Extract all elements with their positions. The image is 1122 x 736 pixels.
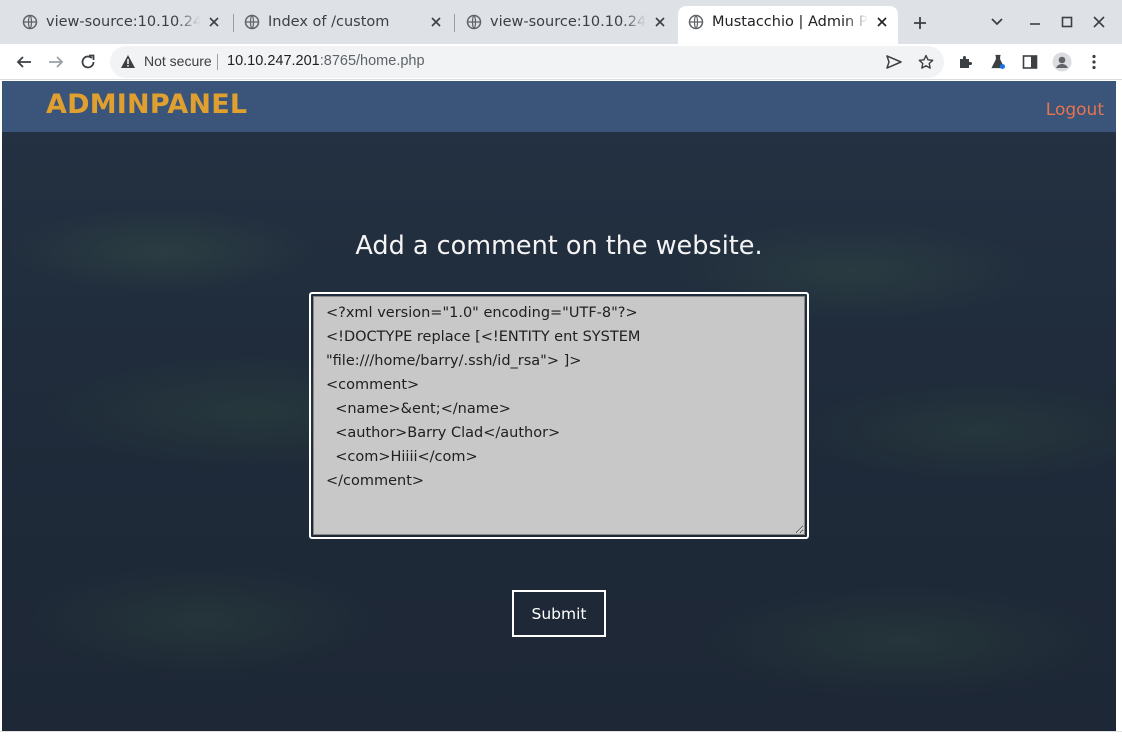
back-button[interactable] <box>8 46 40 78</box>
arrow-right-icon <box>49 56 64 68</box>
close-tab-icon[interactable] <box>206 14 222 30</box>
plus-icon <box>914 17 926 29</box>
submit-button[interactable]: Submit <box>512 590 606 637</box>
window-bottom-edge <box>0 731 1122 736</box>
side-panel-button[interactable] <box>1014 46 1046 78</box>
tab-title: Mustacchio | Admin Pag <box>712 14 868 30</box>
extensions-button[interactable] <box>950 46 982 78</box>
globe-icon <box>466 14 482 30</box>
page-heading: Add a comment on the website. <box>355 231 763 261</box>
forward-button[interactable] <box>40 46 72 78</box>
avatar-icon <box>1052 52 1072 72</box>
maximize-icon <box>1061 16 1073 28</box>
brand-logo[interactable]: ADMINPANEL <box>46 89 247 120</box>
url-path: :8765/home.php <box>319 53 425 69</box>
tab-admin-page[interactable]: Mustacchio | Admin Pag <box>678 6 898 44</box>
send-tab-button[interactable] <box>882 50 906 74</box>
profile-button[interactable] <box>1046 46 1078 78</box>
reload-button[interactable] <box>72 46 104 78</box>
new-tab-button[interactable] <box>906 9 934 37</box>
close-tab-icon[interactable] <box>652 14 668 30</box>
kebab-menu-icon <box>1092 54 1096 70</box>
comment-textarea[interactable]: <?xml version="1.0" encoding="UTF-8"?> <… <box>313 296 805 535</box>
browser-window: view-source:10.10.247.2 Index of /custom… <box>0 0 1122 736</box>
tab-title: view-source:10.10.247.2 <box>490 14 646 30</box>
minimize-icon <box>1030 23 1040 25</box>
url-text[interactable]: 10.10.247.201:8765/home.php <box>227 53 425 69</box>
navbar: ADMINPANEL Logout <box>2 81 1116 132</box>
globe-icon <box>22 14 38 30</box>
tab-index-custom[interactable]: Index of /custom <box>222 6 452 38</box>
window-edge <box>1116 81 1122 736</box>
flask-icon <box>991 54 1005 69</box>
bookmark-button[interactable] <box>914 50 938 74</box>
logout-link[interactable]: Logout <box>1046 100 1104 120</box>
reload-icon <box>81 54 95 69</box>
browser-toolbar: Not secure 10.10.247.201:8765/home.php <box>0 44 1122 80</box>
send-icon <box>886 55 902 69</box>
security-label[interactable]: Not secure <box>144 53 212 69</box>
globe-icon <box>688 14 704 30</box>
maximize-button[interactable] <box>1052 8 1082 36</box>
minimize-button[interactable] <box>1020 8 1050 36</box>
tab-title: view-source:10.10.247.2 <box>46 14 200 30</box>
page-viewport: ADMINPANEL Logout Add a comment on the w… <box>2 81 1116 731</box>
arrow-left-icon <box>16 56 31 68</box>
warning-icon[interactable] <box>120 54 136 69</box>
menu-button[interactable] <box>1078 46 1110 78</box>
lab-extension-button[interactable] <box>982 46 1014 78</box>
url-host: 10.10.247.201 <box>227 53 320 69</box>
puzzle-icon <box>960 56 972 68</box>
address-bar[interactable]: Not secure 10.10.247.201:8765/home.php <box>110 46 944 78</box>
chevron-down-icon <box>991 18 1003 26</box>
close-window-button[interactable] <box>1084 8 1114 36</box>
tab-search-button[interactable] <box>982 8 1012 36</box>
globe-icon <box>244 14 260 30</box>
close-icon <box>1093 16 1105 28</box>
tab-view-source-1[interactable]: view-source:10.10.247.2 <box>0 6 230 38</box>
comment-box-wrapper: <?xml version="1.0" encoding="UTF-8"?> <… <box>309 292 809 539</box>
tab-title: Index of /custom <box>268 14 390 30</box>
star-icon <box>918 54 934 69</box>
side-panel-icon <box>1022 55 1038 69</box>
close-tab-icon[interactable] <box>874 14 890 30</box>
close-tab-icon[interactable] <box>428 14 444 30</box>
tab-strip: view-source:10.10.247.2 Index of /custom… <box>0 0 1122 44</box>
tab-view-source-2[interactable]: view-source:10.10.247.2 <box>444 6 676 38</box>
